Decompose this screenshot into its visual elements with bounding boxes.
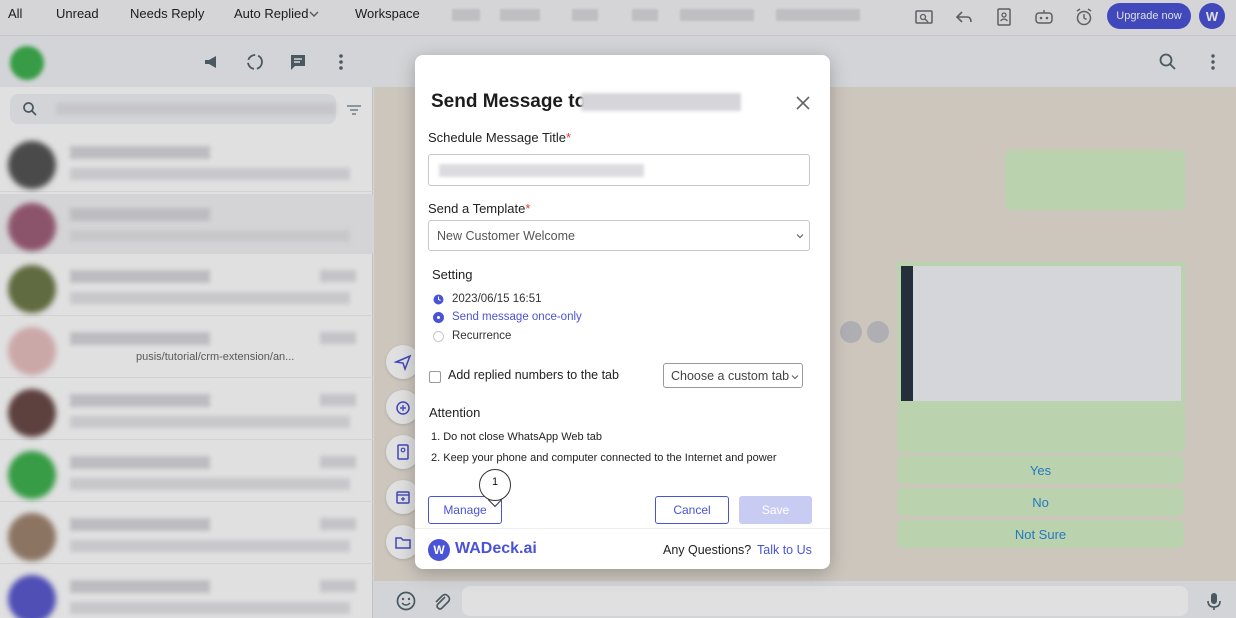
save-button[interactable]: Save (739, 496, 812, 524)
attention-item: 2. Keep your phone and computer connecte… (431, 452, 777, 464)
radio-send-once[interactable]: Send message once-only (433, 309, 582, 325)
send-message-dialog: Send Message to: Schedule Message Title*… (415, 55, 830, 569)
brand-name: WADeck.ai (455, 540, 537, 557)
add-replied-label: Add replied numbers to the tab (448, 368, 619, 382)
blurred-recipient (581, 93, 741, 111)
step-marker: 1 (479, 469, 511, 501)
clock-icon (433, 294, 444, 305)
questions-text: Any Questions? (663, 543, 752, 557)
attention-item: 1. Do not close WhatsApp Web tab (431, 431, 602, 443)
radio-button[interactable] (433, 311, 444, 323)
chevron-down-icon (790, 372, 800, 382)
custom-tab-placeholder: Choose a custom tab (671, 369, 790, 383)
attention-heading: Attention (429, 405, 481, 420)
required-mark: * (525, 201, 531, 216)
wadeck-logo-icon: W (428, 539, 450, 561)
cancel-button[interactable]: Cancel (655, 496, 729, 524)
radio-recurrence-label: Recurrence (452, 330, 512, 342)
talk-to-us-link[interactable]: Talk to Us (757, 543, 812, 557)
blurred-input-value (439, 164, 644, 177)
chevron-down-icon (795, 231, 805, 241)
radio-recurrence[interactable]: Recurrence (433, 328, 511, 344)
close-icon[interactable] (793, 93, 813, 113)
schedule-title-label: Schedule Message Title* (428, 130, 571, 145)
radio-button[interactable] (433, 330, 444, 342)
template-select[interactable]: New Customer Welcome (428, 220, 810, 251)
radio-send-once-label: Send message once-only (452, 311, 582, 323)
setting-heading: Setting (432, 267, 473, 282)
datetime-value: 2023/06/15 16:51 (452, 293, 542, 305)
datetime-row[interactable]: 2023/06/15 16:51 (433, 291, 542, 307)
template-label: Send a Template* (428, 201, 530, 216)
required-mark: * (566, 130, 572, 145)
schedule-title-input[interactable] (428, 154, 810, 186)
dialog-footer: W WADeck.ai Any Questions? Talk to Us (415, 528, 830, 569)
custom-tab-select[interactable]: Choose a custom tab (663, 363, 803, 388)
add-replied-checkbox[interactable] (429, 371, 441, 383)
dialog-title: Send Message to: (431, 91, 593, 112)
template-select-value: New Customer Welcome (437, 229, 576, 243)
template-label-text: Send a Template (428, 201, 526, 216)
schedule-title-label-text: Schedule Message Title (428, 130, 567, 145)
